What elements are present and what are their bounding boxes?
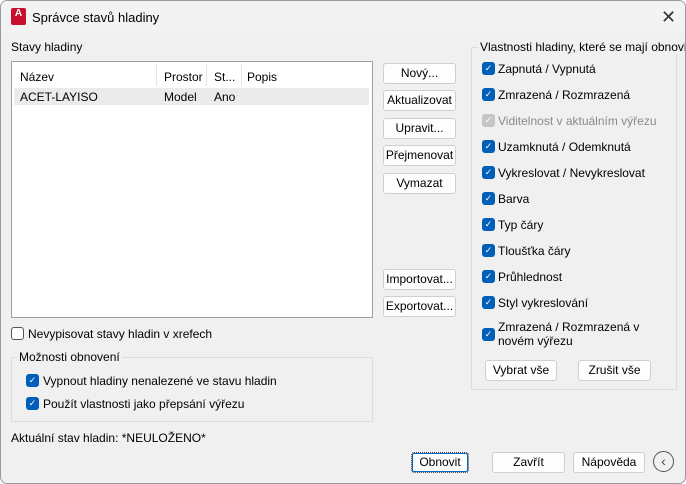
column-divider <box>156 64 157 86</box>
xref-checkbox-label: Nevypisovat stavy hladin v xrefech <box>28 327 213 341</box>
property-checkbox[interactable]: ✓ <box>482 88 495 101</box>
property-checkbox[interactable]: ✓ <box>482 192 495 205</box>
xref-checkbox[interactable] <box>11 327 24 340</box>
property-checkbox: ✓ <box>482 114 495 127</box>
property-checkbox-label: Vykreslovat / Nevykreslovat <box>498 166 645 180</box>
states-list[interactable]: Název Prostor St... Popis ACET-LAYISO Mo… <box>11 61 373 318</box>
property-checkbox[interactable]: ✓ <box>482 270 495 283</box>
property-checkbox-label: Tloušťka čáry <box>498 244 571 258</box>
delete-button[interactable]: Vymazat <box>383 173 456 194</box>
property-checkbox-label: Barva <box>498 192 530 206</box>
list-header: Název Prostor St... Popis <box>14 64 369 88</box>
chevron-left-icon[interactable]: ‹ <box>653 451 674 472</box>
edit-button[interactable]: Upravit... <box>383 118 456 139</box>
column-divider <box>241 64 242 86</box>
checkbox-turn-off-missing[interactable]: ✓ <box>26 374 39 387</box>
restore-options-group <box>11 357 373 422</box>
property-checkbox[interactable]: ✓ <box>482 328 495 341</box>
close-icon[interactable]: ✕ <box>661 7 676 28</box>
column-state[interactable]: St... <box>214 70 235 84</box>
update-button[interactable]: Aktualizovat <box>383 90 456 111</box>
checkbox-apply-override[interactable]: ✓ <box>26 397 39 410</box>
title-bar: A Správce stavů hladiny ✕ <box>1 1 685 33</box>
properties-label: Vlastnosti hladiny, které se mají obnovi… <box>478 40 685 54</box>
property-checkbox-label: Viditelnost v aktuálním výřezu <box>498 114 657 128</box>
help-button[interactable]: Nápověda <box>573 452 645 473</box>
property-checkbox-label: Zmrazená / Rozmrazená v novém výřezu <box>498 320 640 348</box>
property-checkbox[interactable]: ✓ <box>482 62 495 75</box>
property-checkbox[interactable]: ✓ <box>482 218 495 231</box>
checkbox-label: Vypnout hladiny nenalezené ve stavu hlad… <box>43 374 277 388</box>
property-checkbox[interactable]: ✓ <box>482 140 495 153</box>
row-name: ACET-LAYISO <box>20 90 98 104</box>
autocad-logo: A <box>11 8 26 25</box>
property-checkbox[interactable]: ✓ <box>482 296 495 309</box>
restore-options-label: Možnosti obnovení <box>17 350 122 364</box>
property-checkbox[interactable]: ✓ <box>482 244 495 257</box>
import-button[interactable]: Importovat... <box>383 269 456 290</box>
column-description[interactable]: Popis <box>247 70 277 84</box>
property-checkbox-label: Zmrazená / Rozmrazená <box>498 88 631 102</box>
column-name[interactable]: Název <box>20 70 54 84</box>
new-button[interactable]: Nový... <box>383 63 456 84</box>
property-checkbox-label: Uzamknutá / Odemknutá <box>498 140 631 154</box>
checkbox-label: Použít vlastnosti jako přepsání výřezu <box>43 397 245 411</box>
clear-all-button[interactable]: Zrušit vše <box>578 360 651 381</box>
select-all-button[interactable]: Vybrat vše <box>485 360 557 381</box>
window-title: Správce stavů hladiny <box>32 10 160 25</box>
property-checkbox-label: Průhlednost <box>498 270 563 284</box>
property-checkbox[interactable]: ✓ <box>482 166 495 179</box>
status-text: Aktuální stav hladin: *NEULOŽENO* <box>11 431 206 445</box>
states-label: Stavy hladiny <box>11 40 83 54</box>
column-space[interactable]: Prostor <box>164 70 203 84</box>
column-divider <box>206 64 207 86</box>
property-checkbox-label: Styl vykreslování <box>498 296 589 310</box>
property-checkbox-label: Typ čáry <box>498 218 544 232</box>
export-button[interactable]: Exportovat... <box>383 296 456 317</box>
property-checkbox-label: Zapnutá / Vypnutá <box>498 62 596 76</box>
dialog-window: A Správce stavů hladiny ✕ Stavy hladiny … <box>0 0 686 484</box>
close-button[interactable]: Zavřít <box>492 452 565 473</box>
rename-button[interactable]: Přejmenovat <box>383 145 456 166</box>
restore-button[interactable]: Obnovit <box>411 452 469 473</box>
row-space: Model <box>164 90 197 104</box>
row-state: Ano <box>214 90 236 104</box>
table-row[interactable]: ACET-LAYISO Model Ano <box>14 88 369 105</box>
